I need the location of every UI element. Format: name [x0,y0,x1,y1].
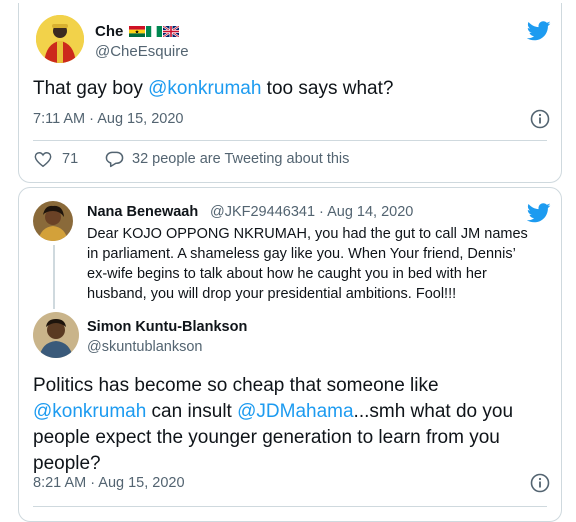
author-handle[interactable]: @CheEsquire [95,43,189,60]
mention-link[interactable]: @konkrumah [33,401,146,422]
tweet-line: Politics has become so cheap that someon… [33,375,439,396]
author-name[interactable]: Simon Kuntu-Blankson [87,319,247,335]
reply-bubble-icon[interactable] [105,150,124,168]
tweet-line: people expect the younger generation to … [33,427,500,448]
mention-link[interactable]: @JDMahama [237,401,353,422]
info-icon[interactable] [530,109,550,129]
tweet-line: people? [33,453,101,474]
quoted-line: Dear KOJO OPPONG NKRUMAH, you had the gu… [87,226,528,242]
tweet-text-part: can insult [146,401,238,422]
tweet-text-part: too says what? [261,78,394,99]
tweet-text-part: That gay boy [33,78,149,99]
tweet-text-part: ...smh what do you [353,401,514,422]
info-icon[interactable] [530,473,550,493]
quoted-line: ex-wife begins to talk about how he caug… [87,266,487,282]
mention-link[interactable]: @konkrumah [148,78,261,99]
quoted-text: Dear KOJO OPPONG NKRUMAH, you had the gu… [87,224,557,304]
tweet-line: @konkrumah can insult @JDMahama...smh wh… [33,399,553,425]
tweet-timestamp[interactable]: 7:11 AM · Aug 15, 2020 [33,111,183,127]
quoted-author-name[interactable]: Nana Benewaah [87,204,198,220]
divider [33,506,547,507]
avatar-simon[interactable] [33,312,79,358]
tweet-text: That gay boy @konkrumah too says what? [33,76,393,102]
like-count[interactable]: 71 [62,151,78,167]
twitter-bird-icon[interactable] [527,21,551,41]
nigeria-flag-icon [145,26,162,37]
quoted-handle-date[interactable]: @JKF29446341 · Aug 14, 2020 [210,204,413,220]
tweet-timestamp[interactable]: 8:21 AM · Aug 15, 2020 [33,475,185,491]
ghana-flag-icon [128,26,145,37]
quoted-line: in parliament. A shameless gay like you.… [87,246,516,262]
uk-flag-icon [162,26,179,37]
twitter-bird-icon[interactable] [527,203,551,223]
heart-icon[interactable] [34,151,52,168]
divider [33,140,547,141]
avatar-che[interactable] [36,15,84,63]
tweet-text: Politics has become so cheap that someon… [33,373,553,477]
tweet-card-simon[interactable]: Nana Benewaah @JKF29446341 · Aug 14, 202… [18,187,562,522]
conversation-link[interactable]: 32 people are Tweeting about this [132,151,349,167]
author-name[interactable]: Che [95,23,179,40]
avatar-nana[interactable] [33,201,73,241]
thread-connector [53,245,55,309]
tweet-card-che[interactable]: Che @CheEsquire That gay boy @konkrumah … [18,3,562,183]
quoted-line: husband, you will drop your presidential… [87,286,457,302]
author-name-text[interactable]: Che [95,23,123,40]
author-handle[interactable]: @skuntublankson [87,339,202,355]
